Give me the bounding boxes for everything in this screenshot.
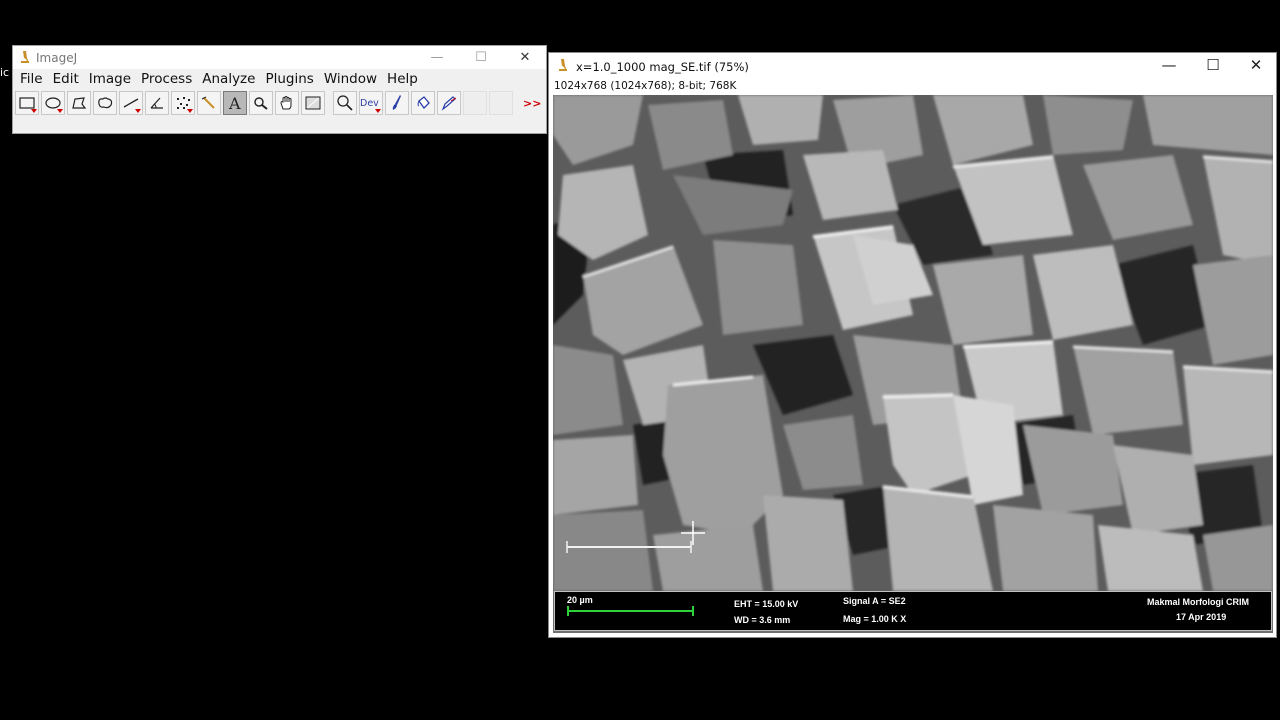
- menu-analyze[interactable]: Analyze: [198, 71, 261, 87]
- sem-data-bar: 20 µm EHT = 15.00 kV WD = 3.6 mm Signal …: [554, 591, 1272, 631]
- text-tool-icon: A: [228, 94, 241, 112]
- hand-tool[interactable]: [275, 91, 299, 115]
- color-picker-tool-icon: [305, 96, 321, 110]
- wd-readout: WD = 3.6 mm: [734, 615, 791, 625]
- oval-tool[interactable]: [41, 91, 65, 115]
- signal-readout: Signal A = SE2: [843, 596, 906, 606]
- scale-bar: [567, 606, 694, 616]
- freehand-tool[interactable]: [93, 91, 117, 115]
- close-button[interactable]: ✕: [1234, 53, 1278, 78]
- mag-readout: Mag = 1.00 K X: [843, 614, 907, 624]
- menu-file[interactable]: File: [16, 71, 49, 87]
- line-tool[interactable]: [119, 91, 143, 115]
- zoom-tool-icon: [337, 95, 353, 111]
- dev-tool[interactable]: Dev: [359, 91, 383, 115]
- menu-help[interactable]: Help: [383, 71, 424, 87]
- text-tool[interactable]: A: [223, 91, 247, 115]
- lab-name: Makmal Morfologi CRIM: [1147, 597, 1250, 607]
- imagej-window: ImageJ — ☐ ✕ File Edit Image Process Ana…: [12, 45, 547, 134]
- minimize-button[interactable]: —: [415, 46, 459, 69]
- menu-process[interactable]: Process: [137, 71, 198, 87]
- polygon-tool-icon: [72, 97, 87, 109]
- image-info: 1024x768 (1024x768); 8-bit; 768K: [554, 80, 737, 92]
- angle-tool-icon: [150, 97, 163, 109]
- capture-date: 17 Apr 2019: [1176, 612, 1227, 622]
- polygon-tool[interactable]: [67, 91, 91, 115]
- more-tools-button[interactable]: >>: [523, 97, 541, 110]
- eht-readout: EHT = 15.00 kV: [734, 599, 799, 609]
- empty-tool-slot[interactable]: [463, 91, 487, 115]
- flood-fill-tool-icon: [417, 96, 430, 110]
- microscope-icon: [559, 59, 567, 71]
- empty-tool-slot[interactable]: [489, 91, 513, 115]
- wand-tool-icon: [201, 96, 215, 109]
- menu-plugins[interactable]: Plugins: [261, 71, 319, 87]
- svg-text:A: A: [228, 94, 241, 112]
- sem-micrograph: [553, 95, 1273, 591]
- imagej-title: ImageJ: [36, 51, 78, 65]
- image-titlebar[interactable]: x=1.0_1000 mag_SE.tif (75%) — ☐ ✕: [549, 53, 1276, 78]
- menu-bar: File Edit Image Process Analyze Plugins …: [13, 69, 546, 89]
- brush-tool-icon: [392, 95, 401, 110]
- hand-tool-icon: [280, 96, 292, 110]
- magnifier-tool[interactable]: [249, 91, 273, 115]
- rectangle-tool[interactable]: [15, 91, 39, 115]
- point-tool[interactable]: [171, 91, 195, 115]
- menu-window[interactable]: Window: [320, 71, 383, 87]
- maximize-button[interactable]: ☐: [1191, 53, 1235, 78]
- menu-edit[interactable]: Edit: [49, 71, 85, 87]
- wand-tool[interactable]: [197, 91, 221, 115]
- zoom-tool[interactable]: [333, 91, 357, 115]
- color-picker-tool[interactable]: [301, 91, 325, 115]
- imagej-titlebar[interactable]: ImageJ — ☐ ✕: [13, 46, 546, 69]
- freehand-tool-icon: [98, 97, 113, 109]
- maximize-button[interactable]: ☐: [459, 46, 503, 69]
- image-canvas[interactable]: 20 µm EHT = 15.00 kV WD = 3.6 mm Signal …: [553, 95, 1273, 633]
- magnifier-tool-icon: [254, 97, 268, 110]
- pencil-tool-icon: [441, 96, 457, 111]
- svg-text:Dev: Dev: [360, 98, 379, 109]
- microscope-icon: [21, 51, 29, 63]
- image-window: x=1.0_1000 mag_SE.tif (75%) — ☐ ✕ 1024x7…: [548, 52, 1277, 638]
- pencil-tool[interactable]: [437, 91, 461, 115]
- minimize-button[interactable]: —: [1147, 53, 1191, 78]
- crosshair-cursor-icon: [681, 521, 705, 545]
- toolbar: A Dev >>: [13, 89, 546, 117]
- scale-bar-label: 20 µm: [567, 595, 593, 605]
- brush-tool[interactable]: [385, 91, 409, 115]
- close-button[interactable]: ✕: [503, 46, 547, 69]
- flood-fill-tool[interactable]: [411, 91, 435, 115]
- angle-tool[interactable]: [145, 91, 169, 115]
- image-title: x=1.0_1000 mag_SE.tif (75%): [576, 60, 749, 74]
- menu-image[interactable]: Image: [85, 71, 137, 87]
- stray-text: ic: [0, 66, 10, 79]
